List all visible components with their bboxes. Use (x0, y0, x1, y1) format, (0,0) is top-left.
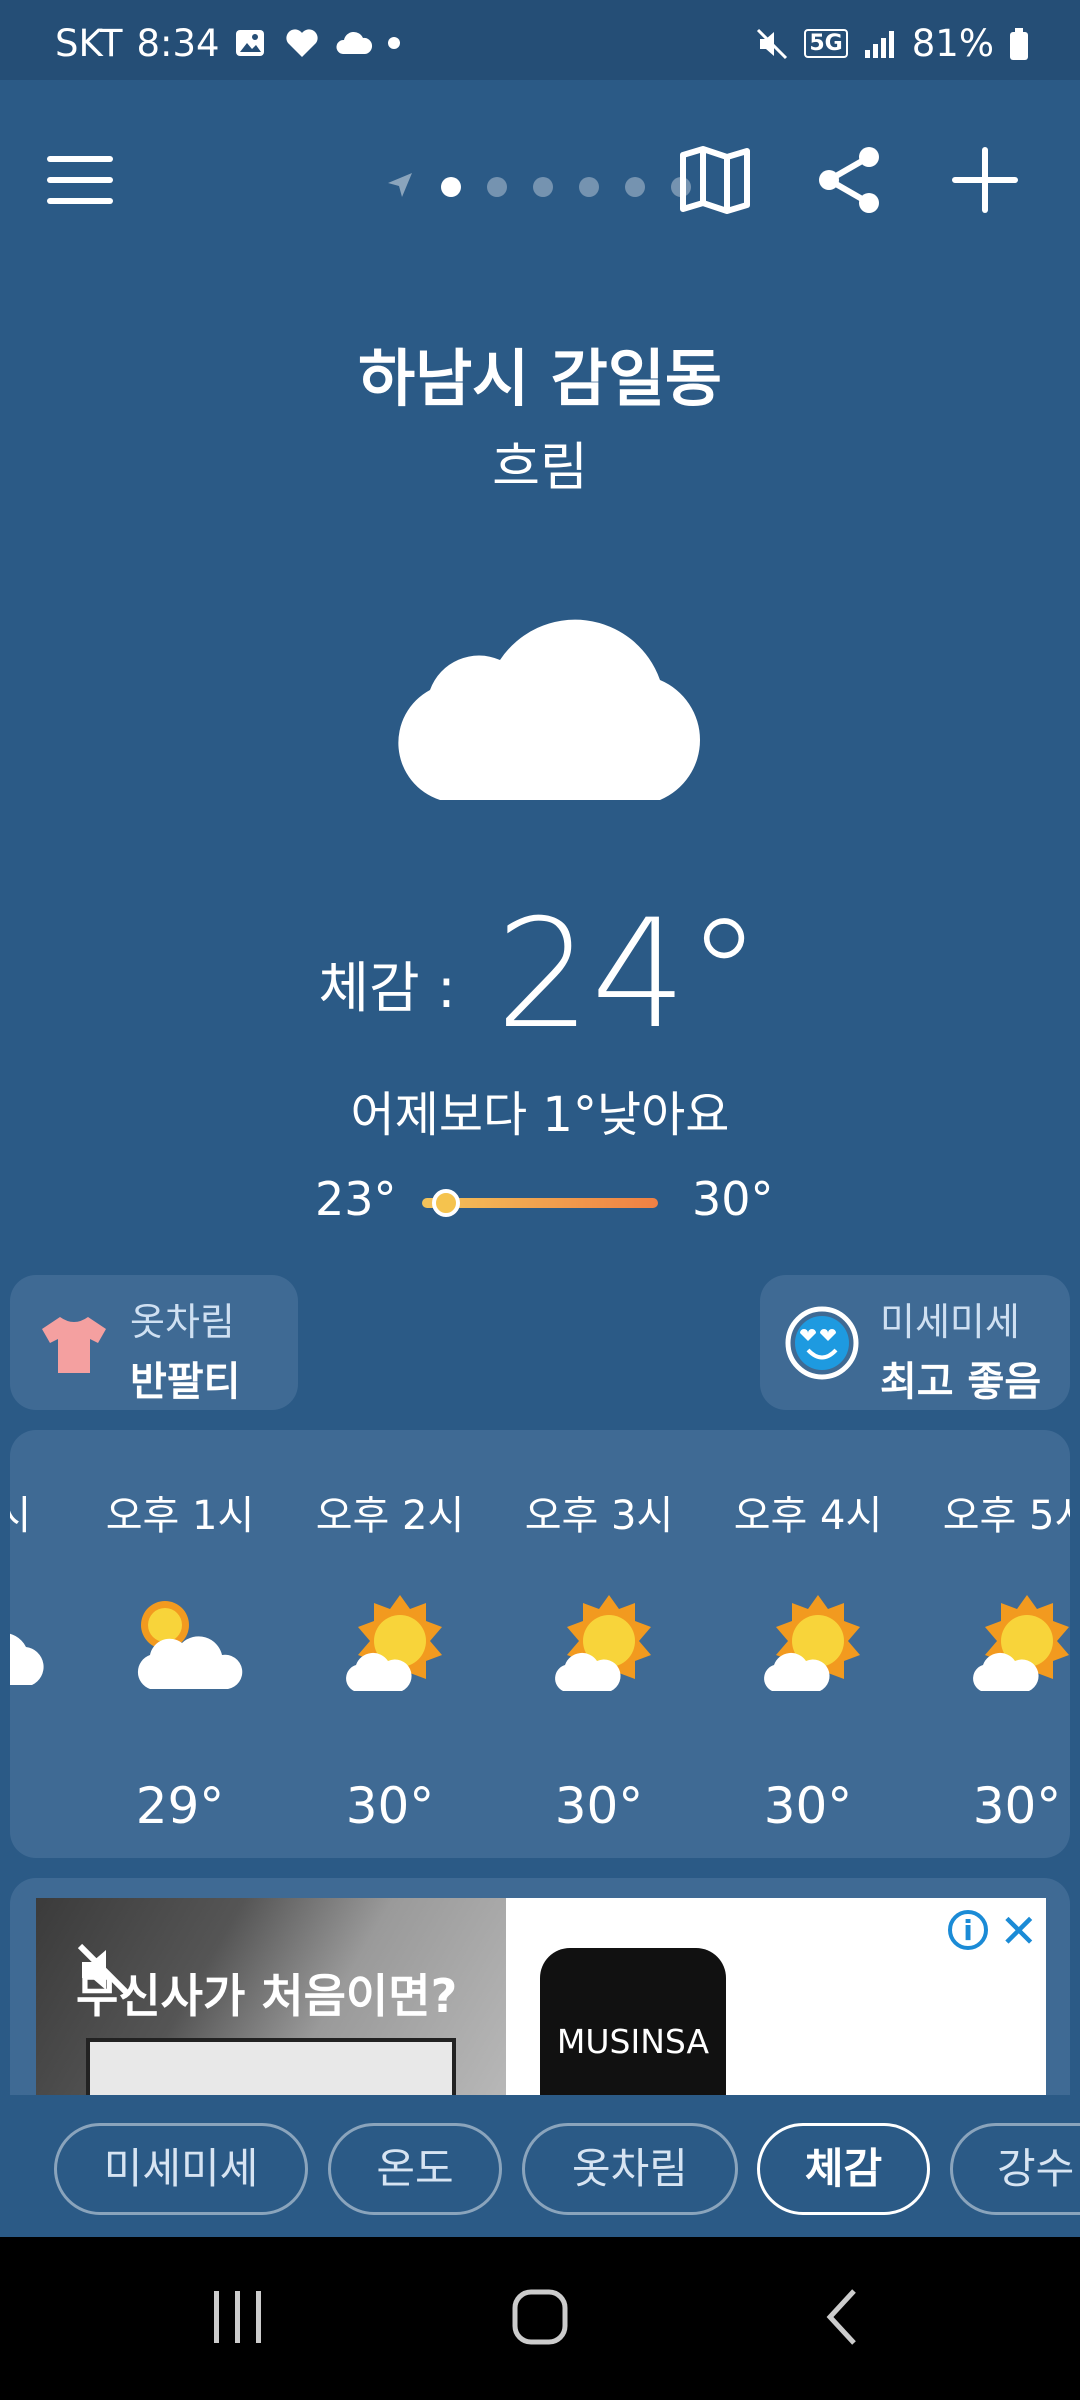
location-arrow-icon (385, 170, 415, 204)
signal-icon (862, 26, 898, 62)
cloud-icon (370, 580, 710, 810)
ad-banner[interactable]: 무신사가 처음이면? MUSINSA i ✕ (36, 1898, 1046, 2098)
hour-time: 오후 4시 (733, 1493, 883, 1539)
outfit-value: 반팔티 (130, 1359, 241, 1405)
ad-info-button[interactable]: i (948, 1910, 988, 1950)
tab-fine-dust[interactable]: 미세미세 (54, 2123, 308, 2215)
outfit-title: 옷차림 (130, 1300, 235, 1344)
page-indicator[interactable] (385, 170, 691, 204)
tab-precipitation[interactable]: 강수 (950, 2123, 1080, 2215)
recent-apps-icon (214, 2291, 261, 2343)
ad-image-box (86, 2038, 456, 2098)
current-temp-marker (431, 1189, 460, 1217)
add-location-button[interactable] (935, 130, 1035, 230)
heart-icon (284, 26, 320, 62)
hourly-forecast[interactable]: 2시 오후 1시 29° 오후 2시 30° 오후 3시 30° 오후 4시 (10, 1430, 1070, 1858)
clock: 8:34 (136, 22, 220, 65)
dot-icon (384, 26, 420, 62)
category-tabs: 미세미세 온도 옷차림 체감 강수 (0, 2095, 1080, 2237)
page-dot[interactable] (441, 177, 461, 197)
hour-time: 오후 2시 (315, 1493, 465, 1539)
page-dot[interactable] (533, 177, 553, 197)
carrier-label: SKT (55, 22, 123, 65)
fine-dust-value: 최고 좋음 (880, 1359, 1042, 1405)
feels-like-label: 체감 : (318, 955, 456, 1020)
sunny-cloud-icon (346, 1595, 442, 1691)
temp-range: 23° 30° (0, 1172, 1080, 1232)
cloud-icon (334, 26, 372, 62)
battery-icon (1008, 26, 1030, 62)
map-button[interactable] (665, 130, 765, 230)
fine-dust-chip[interactable]: 미세미세 최고 좋음 (760, 1275, 1070, 1410)
tab-temperature[interactable]: 온도 (328, 2123, 502, 2215)
hour-temp: 29° (135, 1777, 225, 1835)
page-dot[interactable] (579, 177, 599, 197)
ad-card: 무신사가 처음이면? MUSINSA i ✕ (10, 1878, 1070, 2098)
hour-item: 오후 2시 30° (290, 1430, 490, 1858)
battery-label: 81% (911, 22, 994, 65)
cloudy-sun-icon (137, 1601, 243, 1689)
sunny-cloud-icon (973, 1595, 1069, 1691)
hour-time: 오후 1시 (105, 1493, 255, 1539)
menu-icon (47, 156, 113, 204)
weather-condition: 흐림 (492, 438, 588, 498)
page-dot[interactable] (625, 177, 645, 197)
top-toolbar (0, 130, 1080, 250)
status-right: 5G 81% (754, 22, 1030, 65)
hour-temp: 30° (972, 1777, 1062, 1835)
partly-cloudy-icon (10, 1633, 44, 1685)
menu-button[interactable] (30, 130, 130, 230)
home-icon (512, 2289, 568, 2345)
share-icon (819, 147, 879, 213)
hour-temp: 30° (345, 1777, 435, 1835)
back-button[interactable] (792, 2277, 892, 2357)
location-title[interactable]: 하남시 감일동 (0, 328, 1080, 418)
sunny-cloud-icon (764, 1595, 860, 1691)
fine-dust-title: 미세미세 (880, 1300, 1020, 1344)
back-icon (826, 2289, 856, 2345)
mute-icon (754, 26, 790, 62)
status-bar: SKT 8:34 5G 81% (0, 0, 1080, 80)
ad-close-button[interactable]: ✕ (999, 1904, 1038, 1958)
home-button[interactable] (490, 2277, 590, 2357)
page-dot[interactable] (487, 177, 507, 197)
tab-feels-like[interactable]: 체감 (757, 2123, 930, 2215)
musinsa-logo: MUSINSA (540, 1948, 726, 2098)
hour-item: 오후 1시 29° (80, 1430, 280, 1858)
system-nav-bar (0, 2237, 1080, 2400)
map-icon (680, 146, 750, 214)
hour-item: 오후 5시 30° (917, 1430, 1070, 1858)
hour-item: 오후 3시 30° (499, 1430, 699, 1858)
sunny-cloud-icon (555, 1595, 651, 1691)
yesterday-compare: 어제보다 1°낮아요 (350, 1087, 730, 1143)
tab-outfit[interactable]: 옷차림 (522, 2123, 738, 2215)
temp-low: 23° (315, 1172, 397, 1226)
tshirt-icon (38, 1313, 110, 1381)
image-icon (234, 26, 270, 62)
share-button[interactable] (800, 130, 900, 230)
hour-temp: 30° (554, 1777, 644, 1835)
status-left: SKT 8:34 (55, 22, 420, 65)
hour-time: 오후 3시 (524, 1493, 674, 1539)
hour-item: 오후 4시 30° (708, 1430, 908, 1858)
feels-like-temp: 24° (495, 888, 762, 1062)
feels-like-section: 체감 : 24° (0, 900, 1080, 1050)
recent-apps-button[interactable] (188, 2277, 288, 2357)
add-icon (952, 147, 1018, 213)
happy-face-icon (784, 1305, 860, 1385)
ad-brand: MUSINSA (556, 2022, 710, 2061)
outfit-chip[interactable]: 옷차림 반팔티 (10, 1275, 298, 1410)
hour-time: 오후 5시 (942, 1493, 1070, 1539)
temp-high: 30° (692, 1172, 774, 1226)
temp-range-bar (422, 1189, 658, 1217)
hour-temp: 30° (763, 1777, 853, 1835)
ad-headline: 무신사가 처음이면? (76, 1969, 458, 2023)
network-label: 5G (804, 29, 848, 58)
ad-image: 무신사가 처음이면? (36, 1898, 506, 2098)
